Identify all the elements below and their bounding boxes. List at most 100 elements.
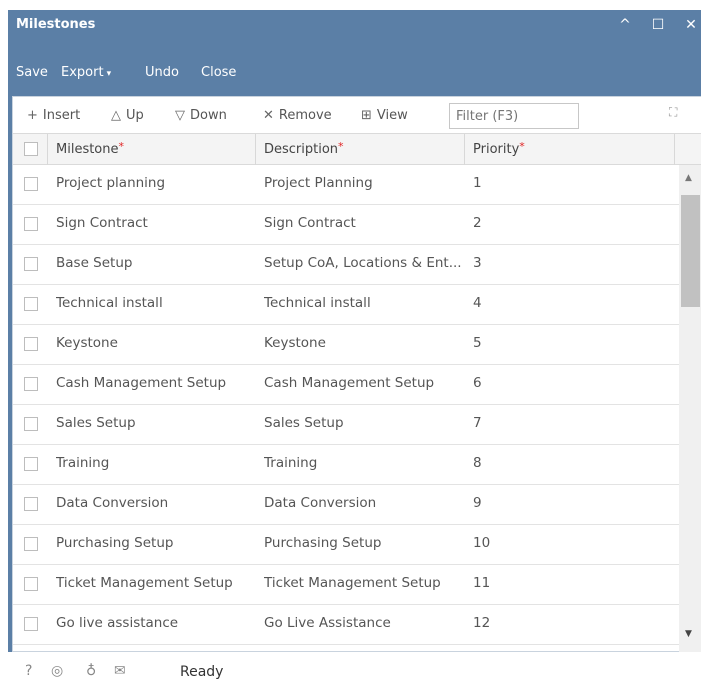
row-checkbox[interactable] <box>24 497 38 511</box>
table-row[interactable]: Sign Contract Sign Contract 2 <box>13 205 679 245</box>
export-button[interactable]: Export ▾ <box>61 65 111 80</box>
close-button[interactable]: Close <box>201 65 236 80</box>
priority-cell[interactable]: 6 <box>473 365 573 404</box>
grid-container: + Insert △ Up ▽ Down ✕ Remove ⊞ View ⛶ Milest… <box>12 96 701 653</box>
row-checkbox[interactable] <box>24 337 38 351</box>
down-label: Down <box>190 108 227 123</box>
row-checkbox[interactable] <box>24 177 38 191</box>
priority-cell[interactable]: 5 <box>473 325 573 364</box>
milestone-cell[interactable]: Sign Contract <box>56 205 252 244</box>
priority-cell[interactable]: 8 <box>473 445 573 484</box>
column-header-priority[interactable]: Priority* <box>465 134 675 165</box>
close-icon[interactable]: ✕ <box>682 16 700 34</box>
row-checkbox[interactable] <box>24 577 38 591</box>
table-row[interactable]: Ticket Management Setup Ticket Managemen… <box>13 565 679 605</box>
filter-input[interactable] <box>449 103 579 129</box>
down-button[interactable]: ▽ Down <box>175 108 227 123</box>
row-checkbox[interactable] <box>24 457 38 471</box>
description-cell[interactable]: Ticket Management Setup <box>264 565 464 604</box>
description-cell[interactable]: Training <box>264 445 464 484</box>
description-cell[interactable]: Cash Management Setup <box>264 365 464 404</box>
description-cell[interactable]: Go Live Assistance <box>264 605 464 644</box>
description-cell[interactable]: Keystone <box>264 325 464 364</box>
plus-icon: + <box>27 108 38 123</box>
milestone-cell[interactable]: Data Conversion <box>56 485 252 524</box>
collapse-icon[interactable]: ^ <box>616 16 634 34</box>
undo-button[interactable]: Undo <box>145 65 179 80</box>
description-cell[interactable]: Purchasing Setup <box>264 525 464 564</box>
milestone-cell[interactable]: Cash Management Setup <box>56 365 252 404</box>
table-row[interactable]: Training Training 8 <box>13 445 679 485</box>
milestone-cell[interactable]: Keystone <box>56 325 252 364</box>
grid-panel: + Insert △ Up ▽ Down ✕ Remove ⊞ View ⛶ Milest… <box>8 90 701 653</box>
description-cell[interactable]: Project Planning <box>264 165 464 204</box>
maximize-icon[interactable]: ☐ <box>649 16 667 34</box>
row-checkbox[interactable] <box>24 617 38 631</box>
title-bar: Milestones ^ ☐ ✕ <box>8 10 701 40</box>
table-row[interactable]: Sales Setup Sales Setup 7 <box>13 405 679 445</box>
required-marker: * <box>519 140 525 153</box>
priority-cell[interactable]: 4 <box>473 285 573 324</box>
insert-button[interactable]: + Insert <box>27 108 80 123</box>
priority-cell[interactable]: 3 <box>473 245 573 284</box>
milestone-cell[interactable]: Technical install <box>56 285 252 324</box>
select-all-checkbox[interactable] <box>24 142 38 156</box>
table-row[interactable]: Technical install Technical install 4 <box>13 285 679 325</box>
milestone-cell[interactable]: Go live assistance <box>56 605 252 644</box>
description-cell[interactable]: Sign Contract <box>264 205 464 244</box>
milestone-cell[interactable]: Project planning <box>56 165 252 204</box>
help-icon[interactable]: ? <box>25 663 32 679</box>
priority-cell[interactable]: 12 <box>473 605 573 644</box>
remove-button[interactable]: ✕ Remove <box>263 108 332 123</box>
view-button[interactable]: ⊞ View <box>361 108 408 123</box>
up-label: Up <box>126 108 144 123</box>
milestone-cell[interactable]: Base Setup <box>56 245 252 284</box>
table-row[interactable]: Project planning Project Planning 1 <box>13 165 679 205</box>
priority-cell[interactable]: 9 <box>473 485 573 524</box>
status-bar: ? ◎ ♁ ✉ Ready <box>0 652 701 685</box>
scrollbar-thumb[interactable] <box>681 195 700 307</box>
priority-cell[interactable]: 7 <box>473 405 573 444</box>
description-cell[interactable]: Setup CoA, Locations & Ent... <box>264 245 464 284</box>
table-row[interactable]: Base Setup Setup CoA, Locations & Ent...… <box>13 245 679 285</box>
remove-label: Remove <box>278 108 332 123</box>
priority-cell[interactable]: 10 <box>473 525 573 564</box>
row-checkbox[interactable] <box>24 297 38 311</box>
row-checkbox[interactable] <box>24 257 38 271</box>
column-header-milestone[interactable]: Milestone* <box>48 134 256 165</box>
row-checkbox[interactable] <box>24 537 38 551</box>
priority-header-label: Priority <box>473 142 520 157</box>
scroll-up-icon[interactable]: ▲ <box>685 173 692 183</box>
milestone-cell[interactable]: Purchasing Setup <box>56 525 252 564</box>
row-checkbox[interactable] <box>24 217 38 231</box>
expand-icon[interactable]: ⛶ <box>669 105 677 120</box>
description-cell[interactable]: Data Conversion <box>264 485 464 524</box>
header-select-all-cell <box>13 134 48 165</box>
row-checkbox[interactable] <box>24 377 38 391</box>
table-row[interactable]: Go live assistance Go Live Assistance 12 <box>13 605 679 645</box>
priority-cell[interactable]: 2 <box>473 205 573 244</box>
mail-icon[interactable]: ✉ <box>114 663 126 679</box>
description-cell[interactable]: Sales Setup <box>264 405 464 444</box>
milestone-cell[interactable]: Ticket Management Setup <box>56 565 252 604</box>
column-header-description[interactable]: Description* <box>256 134 465 165</box>
milestone-header-label: Milestone <box>56 142 119 157</box>
priority-cell[interactable]: 1 <box>473 165 573 204</box>
caret-down-icon: ▾ <box>106 69 112 79</box>
milestone-cell[interactable]: Sales Setup <box>56 405 252 444</box>
table-row[interactable]: Cash Management Setup Cash Management Se… <box>13 365 679 405</box>
table-row[interactable]: Data Conversion Data Conversion 9 <box>13 485 679 525</box>
milestone-cell[interactable]: Training <box>56 445 252 484</box>
required-marker: * <box>118 140 125 153</box>
lightbulb-icon[interactable]: ♁ <box>86 663 96 679</box>
save-button[interactable]: Save <box>16 65 48 80</box>
priority-cell[interactable]: 11 <box>473 565 573 604</box>
lifebuoy-icon[interactable]: ◎ <box>51 663 63 679</box>
table-row[interactable]: Purchasing Setup Purchasing Setup 10 <box>13 525 679 565</box>
scroll-down-icon[interactable]: ▼ <box>685 629 692 639</box>
description-cell[interactable]: Technical install <box>264 285 464 324</box>
table-row[interactable]: Keystone Keystone 5 <box>13 325 679 365</box>
up-button[interactable]: △ Up <box>111 108 144 123</box>
row-checkbox[interactable] <box>24 417 38 431</box>
vertical-scrollbar[interactable]: ▲ ▼ <box>679 165 701 653</box>
